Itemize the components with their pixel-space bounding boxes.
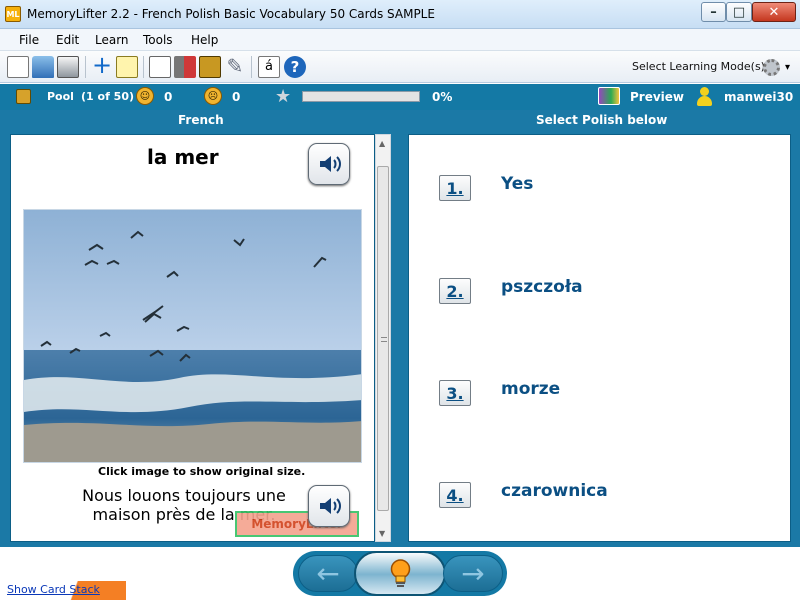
sea-image-svg — [24, 210, 361, 462]
pool-count: (1 of 50) — [81, 90, 135, 103]
question-language-title: French — [178, 113, 224, 127]
scroll-up-arrow-icon[interactable]: ▲ — [379, 139, 385, 148]
progress-percent: 0% — [432, 90, 453, 104]
memorylifter-app-icon: ML — [5, 6, 21, 22]
choice-2-button[interactable]: 2. — [439, 278, 471, 304]
menu-file[interactable]: File — [19, 33, 39, 47]
choice-2-text[interactable]: pszczoła — [501, 277, 583, 297]
scroll-grip-icon — [381, 337, 387, 342]
seagulls-over-sea-image[interactable] — [23, 209, 362, 463]
tools-icon[interactable]: ✎ — [224, 56, 246, 78]
memorylifter-window: ML MemoryLifter 2.2 - French Polish Basi… — [0, 0, 800, 600]
scroll-down-arrow-icon[interactable]: ▼ — [379, 529, 385, 538]
choice-3-text[interactable]: morze — [501, 379, 560, 399]
add-card-icon[interactable]: + — [91, 53, 113, 78]
menu-bar: File Edit Learn Tools Help — [0, 29, 800, 51]
window-title: MemoryLifter 2.2 - French Polish Basic V… — [27, 7, 435, 21]
show-answer-bulb-button[interactable] — [354, 551, 446, 596]
wrong-count: 0 — [232, 90, 241, 104]
toolbar-separator — [85, 56, 86, 78]
menu-tools[interactable]: Tools — [143, 33, 173, 47]
question-pane-scrollbar[interactable]: ▲ ▼ — [375, 134, 391, 542]
edit-card-icon[interactable] — [116, 56, 138, 78]
user-icon-body — [697, 96, 712, 106]
correct-count: 0 — [164, 90, 173, 104]
answer-choices-pane: 1. Yes 2. pszczoła 3. morze 4. czarownic… — [408, 134, 791, 542]
toolbar: + ✎ á ? Select Learning Mode(s) ▾ — [0, 51, 800, 83]
chevron-down-icon[interactable]: ▾ — [785, 62, 790, 73]
show-card-stack-link[interactable]: Show Card Stack — [0, 581, 126, 600]
learning-progress-bar — [302, 91, 420, 102]
image-caption: Click image to show original size. — [98, 465, 306, 478]
preview-icon[interactable] — [598, 87, 620, 105]
statistics-icon[interactable] — [174, 56, 196, 78]
select-learning-mode-label[interactable]: Select Learning Mode(s) — [632, 60, 765, 73]
scrollbar-thumb[interactable] — [377, 166, 389, 511]
question-audio-button[interactable] — [308, 143, 350, 185]
special-character-icon[interactable]: á — [258, 56, 280, 78]
toolbar-separator — [251, 56, 252, 78]
preview-button-label[interactable]: Preview — [630, 90, 684, 104]
card-navigation-cluster: ← → — [293, 551, 507, 596]
choice-3-button[interactable]: 3. — [439, 380, 471, 406]
print-icon[interactable] — [57, 56, 79, 78]
learning-mode-gear-icon[interactable] — [763, 59, 780, 76]
light-bulb-icon — [390, 559, 411, 587]
correct-face-icon: ☺ — [136, 87, 154, 105]
title-bar: ML MemoryLifter 2.2 - French Polish Basi… — [0, 0, 800, 29]
toolbar-separator — [143, 56, 144, 78]
user-icon — [697, 87, 712, 106]
speaker-icon — [320, 498, 341, 514]
user-icon-head — [700, 87, 709, 96]
menu-learn[interactable]: Learn — [95, 33, 129, 47]
progress-star-icon: ★ — [275, 86, 292, 107]
new-document-icon[interactable] — [7, 56, 29, 78]
card-box-icon[interactable] — [199, 56, 221, 78]
previous-card-button[interactable]: ← — [298, 555, 358, 592]
choice-4-text[interactable]: czarownica — [501, 481, 608, 501]
minimize-button[interactable]: – — [701, 2, 726, 22]
open-folder-icon[interactable] — [32, 56, 54, 78]
username-label: manwei30 — [724, 90, 794, 104]
question-word: la mer — [147, 145, 219, 169]
pool-label: Pool — [47, 90, 74, 103]
close-button[interactable]: ✕ — [752, 2, 796, 22]
question-card-pane: la mer Click image to show original size… — [10, 134, 375, 542]
menu-help[interactable]: Help — [191, 33, 218, 47]
choice-1-button[interactable]: 1. — [439, 175, 471, 201]
help-icon[interactable]: ? — [284, 56, 306, 78]
bottom-navigation-bar: Show Card Stack ← → — [0, 547, 800, 600]
maximize-button[interactable]: □ — [726, 2, 752, 22]
next-card-button[interactable]: → — [443, 555, 503, 592]
speaker-icon — [320, 156, 341, 172]
answer-instruction-title: Select Polish below — [536, 113, 668, 127]
presentation-icon[interactable] — [149, 56, 171, 78]
pool-icon — [16, 89, 31, 104]
status-bar: Pool (1 of 50) ☺ 0 ☹ 0 ★ 0% Preview manw… — [0, 84, 800, 110]
choice-1-text[interactable]: Yes — [501, 174, 533, 194]
choice-4-button[interactable]: 4. — [439, 482, 471, 508]
menu-edit[interactable]: Edit — [56, 33, 79, 47]
learning-panel: French Select Polish below la mer Click … — [0, 110, 800, 547]
example-audio-button[interactable] — [308, 485, 350, 527]
wrong-face-icon: ☹ — [204, 87, 222, 105]
